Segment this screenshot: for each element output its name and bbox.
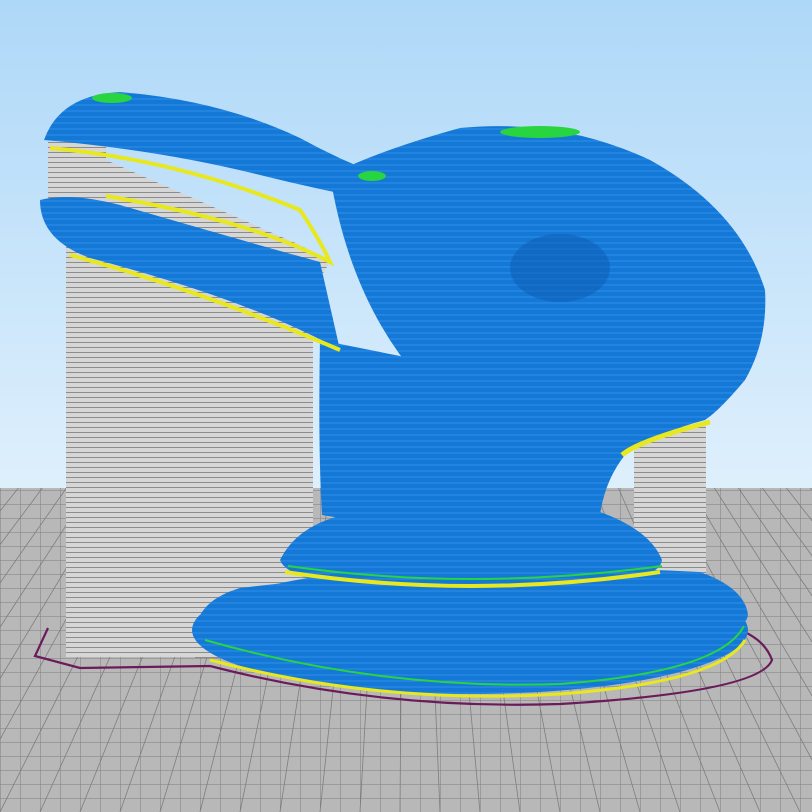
head-top-shell [500,126,580,138]
head-shell-spot [358,171,386,181]
layer-preview-canvas[interactable] [0,0,812,812]
3d-viewport[interactable] [0,0,812,812]
ear-tip-shell [92,93,132,103]
rabbit-eye [510,234,610,302]
support-block-left [66,245,200,657]
